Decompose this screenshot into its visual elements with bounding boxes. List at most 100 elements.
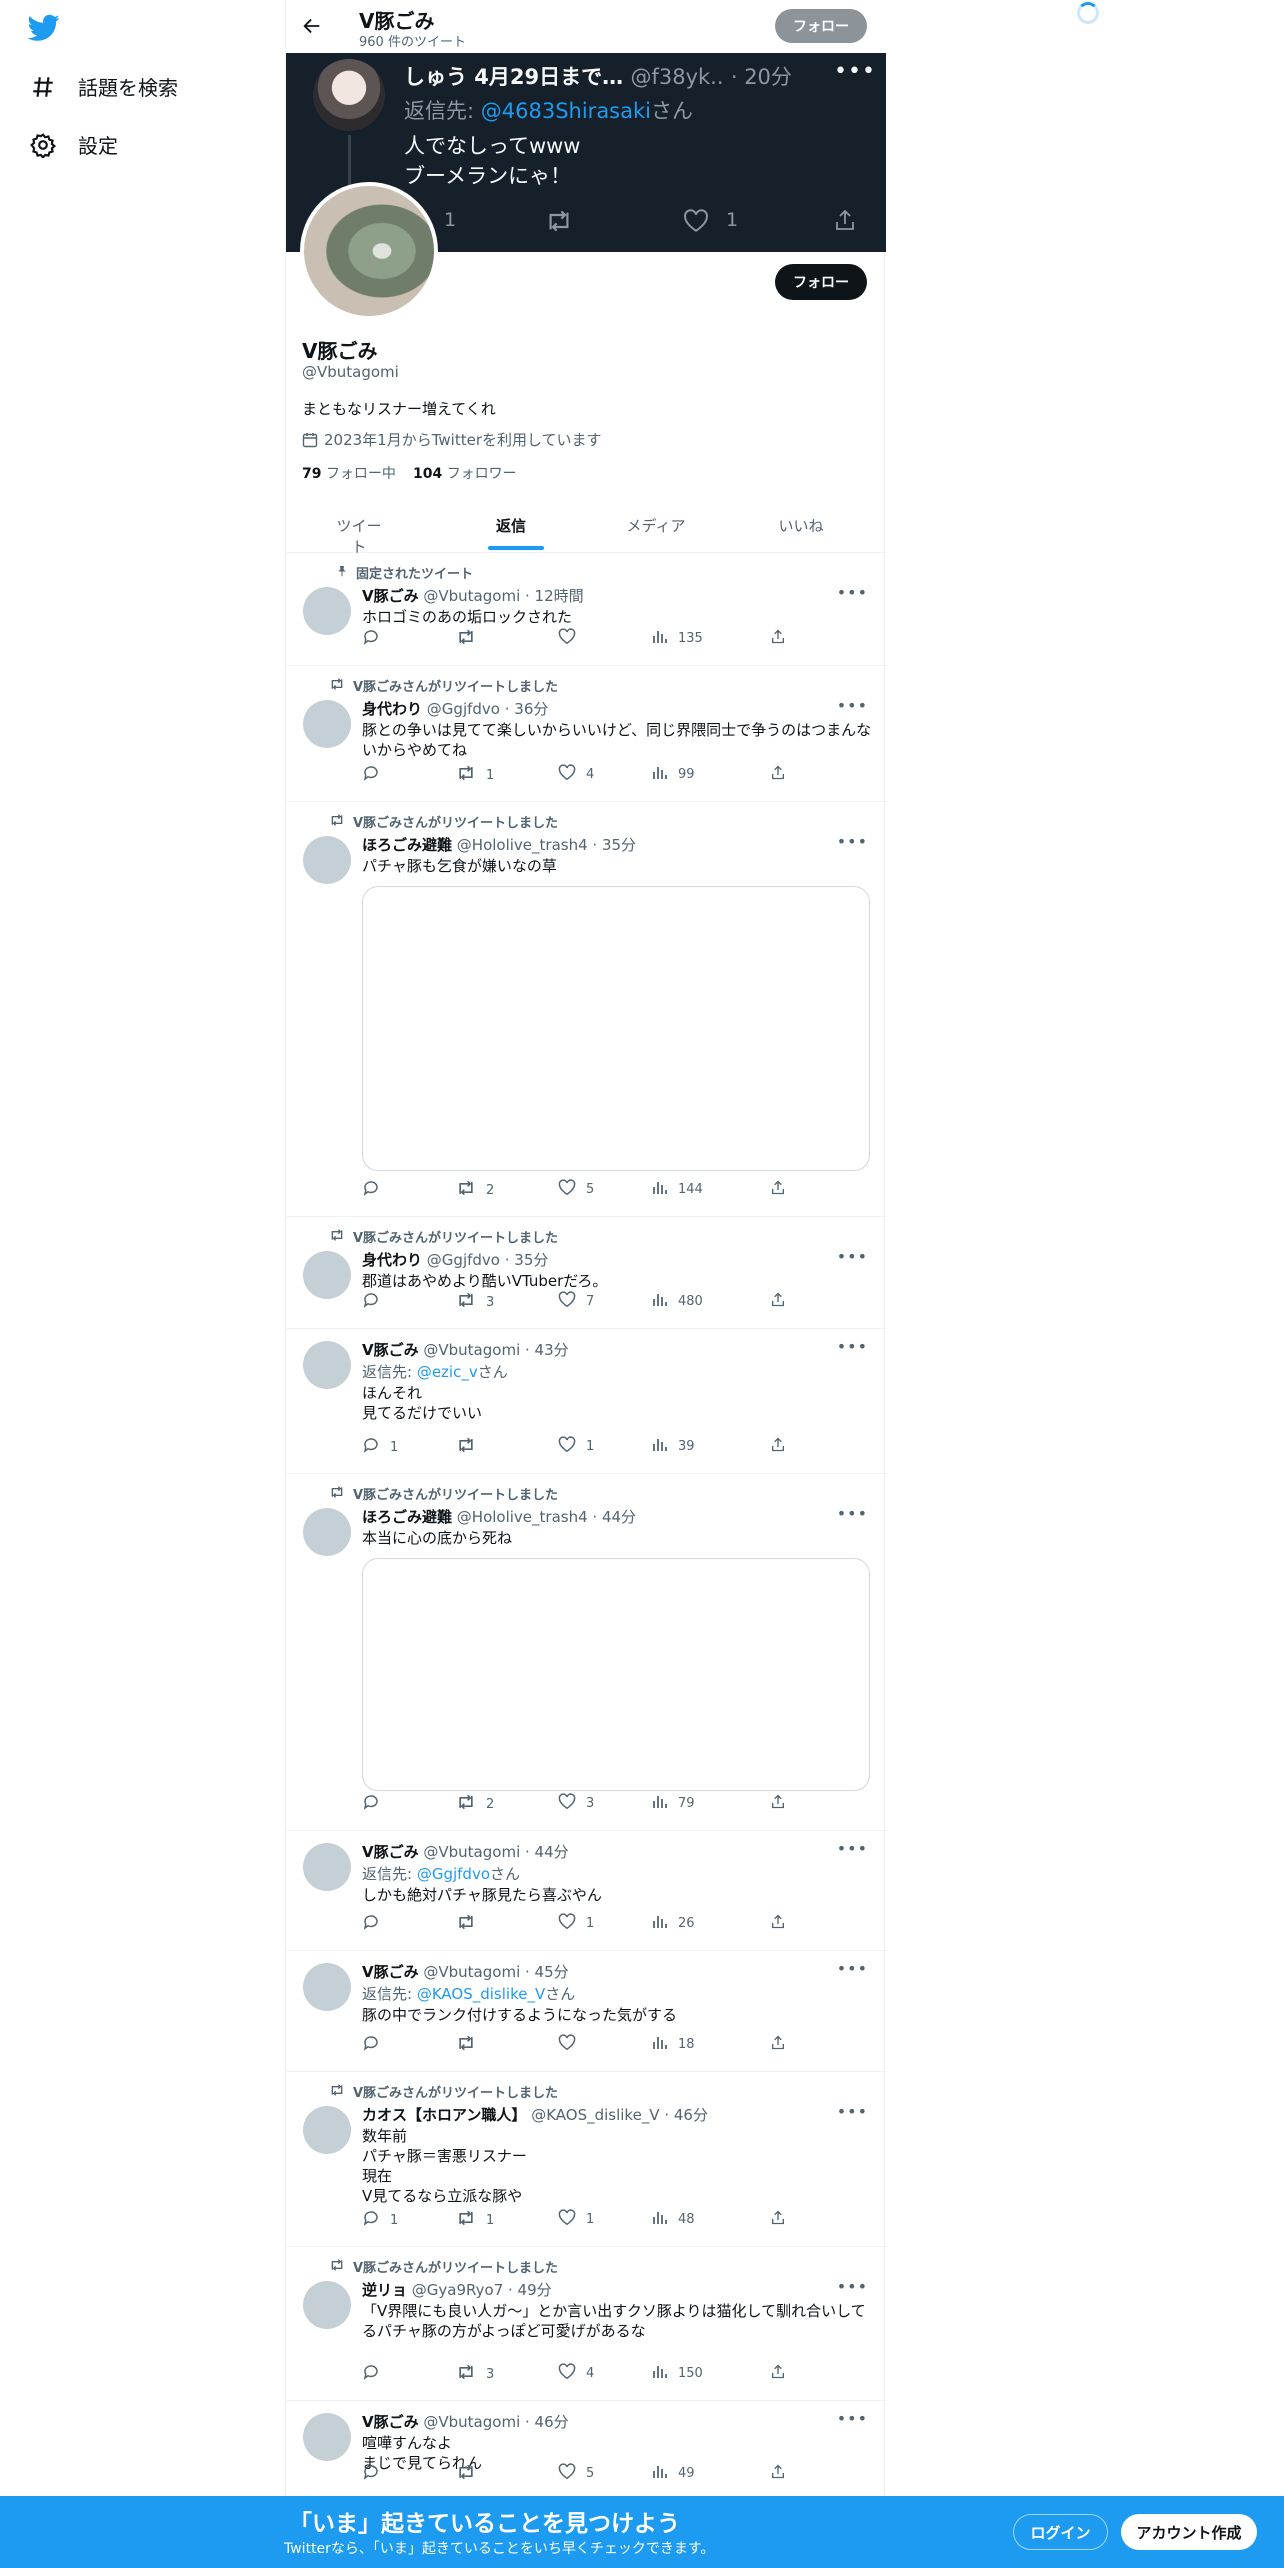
tweet-author-name[interactable]: V豚ごみ	[362, 1341, 419, 1359]
share-button[interactable]	[770, 628, 786, 649]
tweet-author-name[interactable]: 逆リョ	[362, 2281, 407, 2299]
reply-button[interactable]	[362, 628, 390, 650]
avatar[interactable]	[303, 1251, 351, 1299]
retweet-button[interactable]	[456, 2463, 486, 2485]
retweet-button[interactable]	[456, 628, 486, 650]
more-options-icon[interactable]: •••	[837, 2277, 868, 2296]
retweet-button[interactable]: 3	[456, 2363, 494, 2385]
tweet-row[interactable]: V豚ごみ @Vbutagomi · 43分 ••• 返信先: @ezic_vさん ほん…	[286, 1329, 886, 1474]
profile-follow-button[interactable]: フォロー	[775, 264, 867, 300]
share-button[interactable]	[770, 1291, 786, 1312]
avatar[interactable]	[303, 1963, 351, 2011]
reply-to-handle[interactable]: @KAOS_dislike_V	[417, 1985, 545, 2003]
tweet-row[interactable]: V豚ごみ @Vbutagomi · 46分 ••• 喧嘩すんなよ まじで見てられん …	[286, 2401, 886, 2501]
reply-button[interactable]	[362, 2034, 390, 2056]
more-options-icon[interactable]: •••	[837, 1504, 868, 1523]
views-button[interactable]: 26	[652, 1913, 695, 1933]
reply-button[interactable]: 1	[362, 1436, 398, 1458]
reply-to-handle[interactable]: @Ggjfdvo	[417, 1865, 490, 1883]
tweet-author-name[interactable]: 身代わり	[362, 1251, 422, 1269]
views-button[interactable]: 480	[652, 1291, 703, 1311]
views-button[interactable]: 135	[652, 628, 703, 648]
views-button[interactable]: 99	[652, 764, 695, 784]
tweet-author-name[interactable]: V豚ごみ	[362, 1843, 419, 1861]
tweet-row[interactable]: V豚ごみさんがリツイートしました 身代わり @Ggjfdvo · 36分 ••• 豚と…	[286, 666, 886, 802]
share-button[interactable]	[770, 1793, 786, 1814]
retweet-button[interactable]	[456, 2034, 486, 2056]
tweet-row[interactable]: V豚ごみさんがリツイートしました 身代わり @Ggjfdvo · 35分 ••• 郡道…	[286, 1217, 886, 1329]
reply-button[interactable]	[362, 2363, 390, 2385]
retweet-button[interactable]: 1	[456, 2209, 494, 2231]
like-button[interactable]: 1	[558, 1436, 594, 1457]
reply-button[interactable]	[362, 1793, 390, 1815]
views-button[interactable]: 144	[652, 1179, 703, 1199]
tab-tweets[interactable]: ツイート	[333, 515, 385, 557]
share-button[interactable]	[770, 764, 786, 785]
avatar[interactable]	[303, 1843, 351, 1891]
nav-explore[interactable]: 話題を検索	[30, 72, 178, 101]
like-button[interactable]: 5	[558, 1179, 594, 1200]
more-options-icon[interactable]: •••	[837, 2102, 868, 2121]
like-button[interactable]: 1	[558, 1913, 594, 1934]
nav-settings[interactable]: 設定	[30, 130, 118, 159]
tweet-author-name[interactable]: V豚ごみ	[362, 587, 419, 605]
like-button[interactable]	[558, 2034, 586, 2055]
reply-to-handle[interactable]: @ezic_v	[417, 1363, 478, 1381]
views-button[interactable]: 18	[652, 2034, 695, 2054]
like-button[interactable]: 5	[558, 2463, 594, 2484]
tab-replies[interactable]: 返信	[485, 515, 537, 536]
avatar[interactable]	[303, 1341, 351, 1389]
share-button[interactable]	[770, 1913, 786, 1934]
retweet-button[interactable]: 1	[456, 764, 494, 786]
tweet-row[interactable]: V豚ごみ @Vbutagomi · 44分 ••• 返信先: @Ggjfdvoさんし…	[286, 1831, 886, 1951]
tweet-row[interactable]: V豚ごみさんがリツイートしました ほろごみ避難 @Hololive_trash4 …	[286, 802, 886, 1217]
tweet-media[interactable]	[362, 886, 870, 1171]
tweet-row[interactable]: 固定されたツイート V豚ごみ @Vbutagomi · 12時間 ••• ホロゴミのあ…	[286, 553, 886, 666]
signup-button[interactable]: アカウント作成	[1121, 2514, 1257, 2550]
tweet-author-name[interactable]: ほろごみ避難	[362, 1508, 452, 1526]
share-button[interactable]	[770, 2209, 786, 2230]
header-follow-button[interactable]: フォロー	[775, 9, 867, 43]
retweet-button[interactable]: 3	[456, 1291, 494, 1313]
like-button[interactable]: 3	[558, 1793, 594, 1814]
tweet-row[interactable]: V豚ごみさんがリツイートしました カオス【ホロアン職人】 @KAOS_dislik…	[286, 2072, 886, 2247]
avatar[interactable]	[303, 1508, 351, 1556]
login-button[interactable]: ログイン	[1013, 2514, 1108, 2550]
more-options-icon[interactable]: •••	[837, 583, 868, 602]
views-button[interactable]: 150	[652, 2363, 703, 2383]
retweet-button[interactable]: 2	[456, 1793, 494, 1815]
share-button[interactable]	[770, 2034, 786, 2055]
reply-button[interactable]	[362, 1291, 390, 1313]
back-arrow-icon[interactable]	[301, 15, 323, 41]
like-button[interactable]: 7	[558, 1291, 594, 1312]
more-options-icon[interactable]: •••	[837, 1247, 868, 1266]
like-button[interactable]: 1	[558, 2209, 594, 2230]
views-button[interactable]: 39	[652, 1436, 695, 1456]
like-button[interactable]: 4	[558, 764, 594, 785]
more-options-icon[interactable]: •••	[837, 1959, 868, 1978]
like-button[interactable]: 4	[558, 2363, 594, 2384]
reply-button[interactable]	[362, 1913, 390, 1935]
avatar[interactable]	[303, 587, 351, 635]
tweet-author-name[interactable]: カオス【ホロアン職人】	[362, 2106, 526, 2124]
reply-button[interactable]	[362, 764, 390, 786]
more-options-icon[interactable]: •••	[837, 2409, 868, 2428]
more-options-icon[interactable]: •••	[837, 832, 868, 851]
more-options-icon[interactable]: •••	[837, 1839, 868, 1858]
like-button[interactable]	[558, 628, 586, 649]
twitter-logo-icon[interactable]	[27, 14, 60, 46]
reply-button[interactable]: 1	[362, 2209, 398, 2231]
tweet-author-name[interactable]: V豚ごみ	[362, 2413, 419, 2431]
share-button[interactable]	[770, 1179, 786, 1200]
retweet-button[interactable]	[456, 1913, 486, 1935]
tweet-author-name[interactable]: 身代わり	[362, 700, 422, 718]
avatar[interactable]	[303, 700, 351, 748]
tweet-row[interactable]: V豚ごみさんがリツイートしました 逆リョ @Gya9Ryo7 · 49分 ••• 「V…	[286, 2247, 886, 2401]
reply-button[interactable]	[362, 2463, 390, 2485]
retweet-button[interactable]	[456, 1436, 486, 1458]
more-options-icon[interactable]: •••	[837, 696, 868, 715]
tweet-row[interactable]: V豚ごみさんがリツイートしました ほろごみ避難 @Hololive_trash4 …	[286, 1474, 886, 1831]
avatar[interactable]	[303, 2413, 351, 2461]
views-button[interactable]: 48	[652, 2209, 695, 2229]
tab-media[interactable]: メディア	[621, 515, 691, 536]
